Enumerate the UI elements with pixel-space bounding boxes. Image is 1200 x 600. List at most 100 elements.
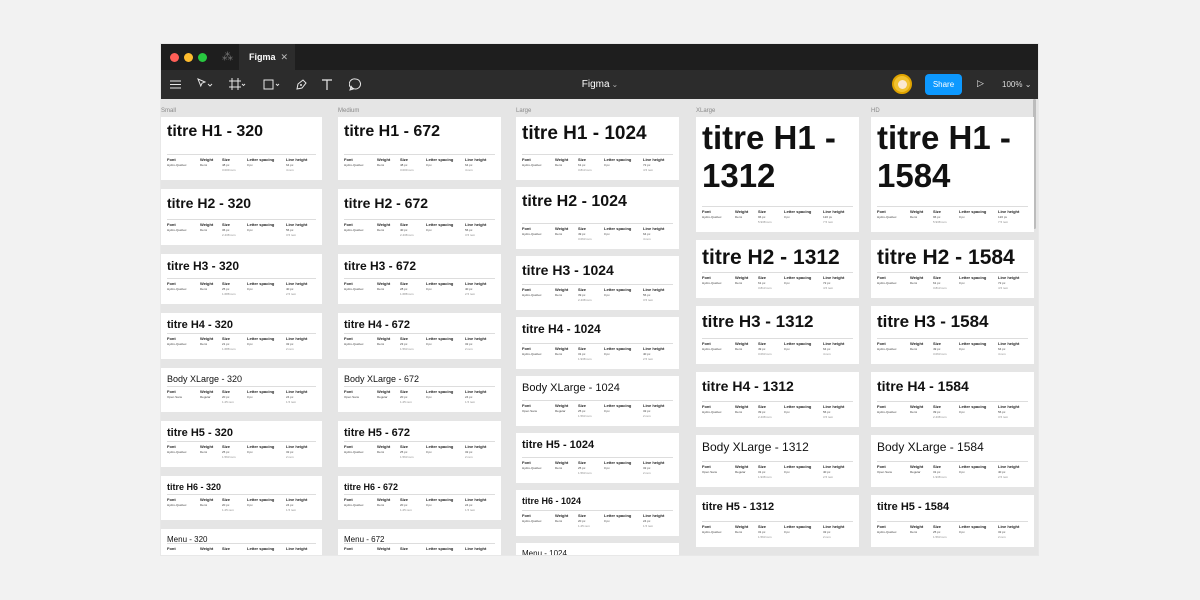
comment-icon[interactable]	[349, 77, 362, 92]
type-style-frame[interactable]: Body XLarge - 1584 Font Open Sans Weight Reg…	[871, 435, 1034, 487]
spec-value: 32 px	[823, 530, 831, 534]
spec-table: Font Weight Size Letter spacing Line height	[167, 543, 316, 555]
type-style-frame[interactable]: titre H4 - 1312 Font Hydro-Québec Weight Dem…	[696, 372, 859, 427]
type-style-frame[interactable]: titre H1 - 1312 Font Hydro-Québec Weight Dem…	[696, 117, 859, 232]
type-style-frame[interactable]: titre H2 - 1584 Font Hydro-Québec Weight Dem…	[871, 240, 1034, 298]
spec-header: Line height	[286, 444, 308, 449]
spec-header: Line height	[286, 157, 308, 162]
type-style-frame[interactable]: titre H4 - 672 Font Hydro-Québec Weight Demi…	[338, 313, 501, 359]
type-style-frame[interactable]: titre H6 - 320 Font Hydro-Québec Weight Demi…	[161, 476, 322, 520]
file-tab[interactable]: Figma ✕	[239, 44, 295, 70]
close-tab-icon[interactable]: ✕	[280, 44, 288, 70]
menu-icon[interactable]	[170, 77, 181, 92]
type-style-frame[interactable]: titre H3 - 320 Font Hydro-Québec Weight Demi…	[161, 254, 322, 304]
spec-header: Weight	[555, 513, 569, 518]
design-canvas[interactable]: Small titre H1 - 320 Font Hydro-Québec Weigh…	[161, 99, 1038, 555]
figma-logo-icon[interactable]: ⁂	[222, 50, 233, 64]
spec-header: Letter spacing	[426, 389, 454, 394]
close-window-button[interactable]	[170, 53, 179, 62]
spec-value: 56 px	[998, 410, 1006, 414]
play-icon[interactable]: ▷	[977, 78, 984, 89]
spec-value: Demi	[910, 347, 918, 351]
pen-icon[interactable]	[295, 77, 308, 92]
type-style-frame[interactable]: Body XLarge - 1312 Font Open Sans Weight Reg…	[696, 435, 859, 487]
type-style-frame[interactable]: titre H6 - 672 Font Hydro-Québec Weight Demi…	[338, 476, 501, 520]
spec-header: Line height	[823, 209, 845, 214]
column-label: Medium	[338, 108, 360, 114]
spec-subvalue: 4.5 rem	[643, 168, 654, 172]
spec-header: Font	[167, 389, 176, 394]
avatar[interactable]	[892, 74, 912, 94]
spec-header: Letter spacing	[426, 222, 454, 227]
type-style-frame[interactable]: titre H5 - 1024 Font Hydro-Québec Weight Dem…	[516, 433, 679, 483]
spec-subvalue: 3.5 rem	[998, 415, 1009, 419]
spec-value: 56 px	[643, 293, 651, 297]
spec-value: Hydro-Québec	[167, 163, 187, 167]
spec-value: 0 px	[784, 470, 790, 474]
type-style-frame[interactable]: titre H3 - 1584 Font Hydro-Québec Weight Dem…	[871, 306, 1034, 364]
spec-value: Demi	[200, 228, 208, 232]
type-style-frame[interactable]: titre H3 - 1312 Font Hydro-Québec Weight Dem…	[696, 306, 859, 364]
type-style-frame[interactable]: titre H1 - 1584 Font Hydro-Québec Weight Dem…	[871, 117, 1034, 232]
shape-icon[interactable]	[263, 77, 281, 92]
type-style-frame[interactable]: titre H5 - 1584 Font Hydro-Québec Weight Dem…	[871, 495, 1034, 547]
minimize-window-button[interactable]	[184, 53, 193, 62]
file-name-menu[interactable]: Figma ⌄	[565, 70, 635, 99]
text-icon[interactable]	[321, 77, 333, 92]
zoom-menu[interactable]: 100% ⌄	[1002, 70, 1031, 99]
frame-icon[interactable]	[229, 77, 246, 92]
type-style-frame[interactable]: titre H4 - 320 Font Hydro-Québec Weight Demi…	[161, 313, 322, 359]
move-icon[interactable]	[197, 77, 213, 92]
spec-value: 36 px	[222, 228, 230, 232]
type-style-frame[interactable]: titre H1 - 672 Font Hydro-Québec Weight Demi…	[338, 117, 501, 180]
type-style-frame[interactable]: Menu - 1024FontWeightSizeLetter spacingL…	[516, 543, 679, 555]
frame-title: titre H5 - 1584	[877, 501, 950, 513]
type-style-frame[interactable]: titre H5 - 672 Font Hydro-Québec Weight Demi…	[338, 421, 501, 467]
type-style-frame[interactable]: titre H3 - 1024 Font Hydro-Québec Weight Dem…	[516, 256, 679, 310]
type-style-frame[interactable]: titre H3 - 672 Font Hydro-Québec Weight Demi…	[338, 254, 501, 304]
type-style-frame[interactable]: Body XLarge - 320 Font Open Sans Weight Regu…	[161, 368, 322, 412]
spec-header: Font	[344, 281, 353, 286]
frame-title: titre H2 - 1312	[702, 246, 840, 269]
spec-header: Size	[578, 403, 587, 408]
type-style-frame[interactable]: titre H2 - 672 Font Hydro-Québec Weight Demi…	[338, 189, 501, 245]
spec-subvalue: 7.5 rem	[823, 220, 834, 224]
spec-subvalue: 1.563 rem	[758, 535, 772, 539]
type-style-frame[interactable]: Menu - 672 Font Weight Size Letter spacing Li…	[338, 529, 501, 555]
spec-subvalue: 3.813 rem	[933, 286, 947, 290]
spec-header: Size	[400, 497, 409, 502]
spec-value: 61 px	[578, 163, 586, 167]
type-style-frame[interactable]: titre H6 - 1024 Font Hydro-Québec Weight Dem…	[516, 490, 679, 536]
type-style-frame[interactable]: titre H1 - 320 Font Hydro-Québec Weight Demi…	[161, 117, 322, 180]
spec-header: Font	[522, 403, 531, 408]
maximize-window-button[interactable]	[198, 53, 207, 62]
type-style-frame[interactable]: titre H4 - 1584 Font Hydro-Québec Weight Dem…	[871, 372, 1034, 427]
spec-value: 0 px	[604, 466, 610, 470]
type-style-frame[interactable]: titre H4 - 1024 Font Hydro-Québec Weight Dem…	[516, 317, 679, 369]
type-style-frame[interactable]: titre H5 - 1312 Font Hydro-Québec Weight Dem…	[696, 495, 859, 547]
type-style-frame[interactable]: titre H2 - 1312 Font Hydro-Québec Weight Dem…	[696, 240, 859, 298]
frame-title: titre H6 - 672	[344, 482, 399, 492]
type-style-frame[interactable]: titre H2 - 1024 Font Hydro-Québec Weight Dem…	[516, 187, 679, 249]
type-style-frame[interactable]: Body XLarge - 1024 Font Open Sans Weight Reg…	[516, 376, 679, 426]
spec-value: Hydro-Québec	[702, 410, 722, 414]
type-style-frame[interactable]: titre H1 - 1024 Font Hydro-Québec Weight Dem…	[516, 117, 679, 180]
type-style-frame[interactable]: titre H5 - 320 Font Hydro-Québec Weight Demi…	[161, 421, 322, 467]
type-style-frame[interactable]: Body XLarge - 672 Font Open Sans Weight Regu…	[338, 368, 501, 412]
spec-table: Font Hydro-Québec Weight Demi Size 23 px 1.563…	[344, 333, 495, 357]
spec-value: 0 px	[604, 293, 610, 297]
spec-value: 0 px	[426, 503, 432, 507]
share-button[interactable]: Share	[925, 74, 962, 95]
spec-header: Weight	[910, 524, 924, 529]
spec-header: Weight	[910, 341, 924, 346]
spec-header: Letter spacing	[247, 444, 275, 449]
spec-header: Font	[167, 222, 176, 227]
toolbar: Figma ⌄ Share ▷ 100% ⌄	[161, 70, 1038, 99]
type-style-frame[interactable]: titre H2 - 320 Font Hydro-Québec Weight Demi…	[161, 189, 322, 245]
spec-table: Font Hydro-Québec Weight Demi Size 28 px 1.688…	[344, 278, 495, 302]
spec-header: Line height	[286, 281, 308, 286]
spec-header: Font	[167, 497, 176, 502]
spec-subvalue: 2.438 rem	[400, 233, 414, 237]
spec-header: Line height	[823, 275, 845, 280]
type-style-frame[interactable]: Menu - 320 Font Weight Size Letter spacing Li…	[161, 529, 322, 555]
